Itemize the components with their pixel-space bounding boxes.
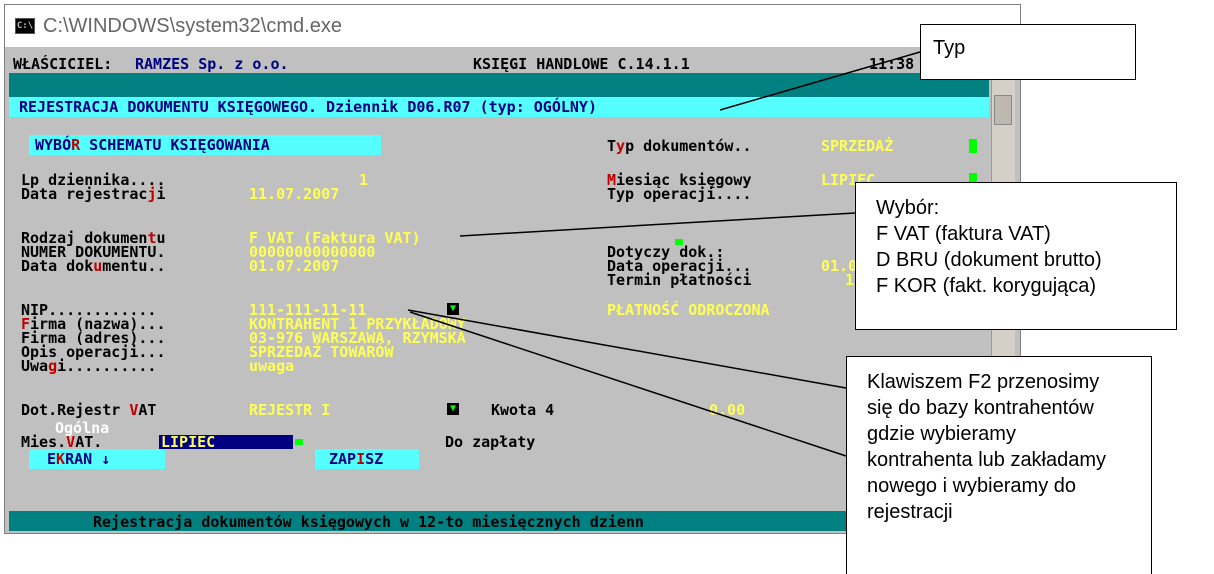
callout-wybor-line: D BRU (dokument brutto) bbox=[876, 249, 1102, 271]
callout-wybor-line: F VAT (faktura VAT) bbox=[876, 223, 1051, 245]
wybor-pointer bbox=[459, 212, 856, 237]
callout-f2-line: Klawiszem F2 przenosimy bbox=[867, 371, 1100, 393]
callout-f2: Klawiszem F2 przenosimy się do bazy kont… bbox=[846, 356, 1152, 574]
callout-f2-line: gdzie wybieramy bbox=[867, 423, 1016, 445]
callout-wybor-line: Wybór: bbox=[876, 197, 940, 219]
f2-pointer-a bbox=[407, 309, 847, 389]
callout-f2-line: się do bazy kontrahentów bbox=[867, 397, 1094, 419]
f2-pointer-b bbox=[409, 311, 847, 457]
callout-typ-text: Typ bbox=[933, 37, 966, 59]
callout-typ: Typ bbox=[920, 24, 1136, 80]
typ-pointer bbox=[719, 51, 921, 111]
callout-wybor-line: F KOR (fakt. korygująca) bbox=[876, 275, 1097, 297]
callout-wybor: Wybór: F VAT (faktura VAT) D BRU (dokume… bbox=[855, 182, 1177, 330]
callout-f2-line: kontrahenta lub zakładamy bbox=[867, 449, 1107, 471]
callout-f2-line: nowego i wybieramy do bbox=[867, 475, 1076, 497]
callout-f2-line: rejestracji bbox=[867, 501, 953, 523]
